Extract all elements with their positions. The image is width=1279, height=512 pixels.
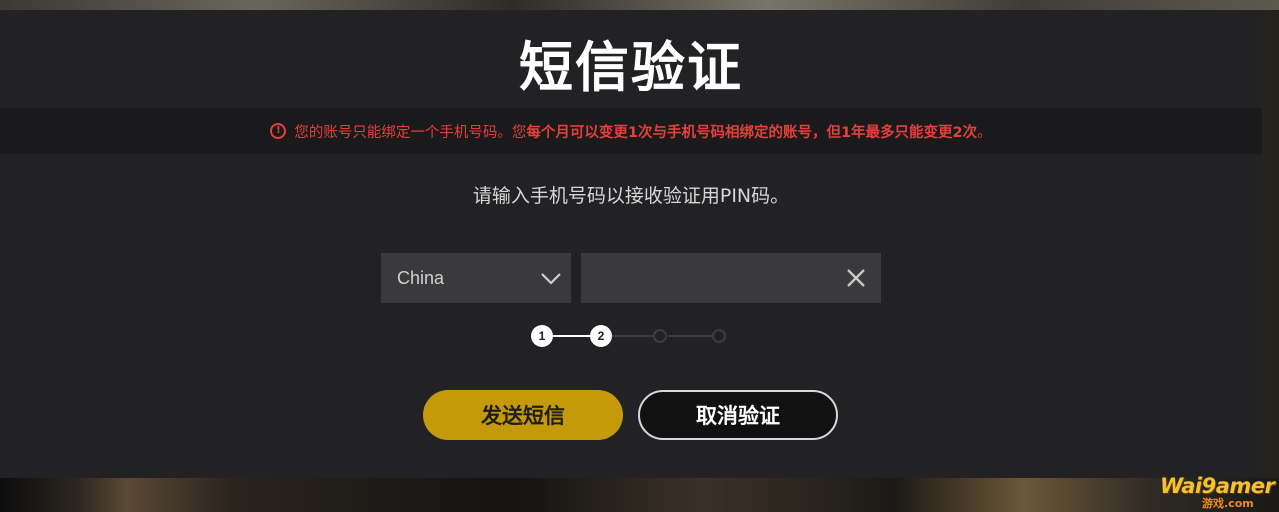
sms-verification-dialog: 短信验证 ! 您的账号只能绑定一个手机号码。您每个月可以变更1次与手机号码相绑定…: [0, 10, 1262, 478]
warning-normal-text: 您的账号只能绑定一个手机号码。您: [294, 124, 527, 141]
step-connector: [668, 335, 714, 337]
warning-end-text: 。: [977, 124, 992, 141]
step-2: 2: [590, 325, 612, 347]
country-select[interactable]: China: [381, 253, 571, 303]
background-bottom-strip: [0, 478, 1279, 512]
step-3: [653, 329, 667, 343]
cancel-verification-button[interactable]: 取消验证: [638, 390, 838, 440]
alert-circle-icon: !: [270, 123, 287, 139]
step-4: [712, 329, 726, 343]
watermark-sub-text: 游戏.com: [1202, 497, 1254, 510]
background-top-strip: [0, 0, 1279, 10]
country-select-value: China: [397, 267, 445, 288]
warning-banner: ! 您的账号只能绑定一个手机号码。您每个月可以变更1次与手机号码相绑定的账号，但…: [0, 108, 1262, 154]
dialog-title: 短信验证: [519, 36, 743, 99]
warning-bold-text: 每个月可以变更1次与手机号码相绑定的账号，但1年最多只能变更2次: [526, 124, 978, 141]
watermark-logo: Wai9amer 游戏.com: [1160, 474, 1275, 510]
chevron-down-icon: [541, 273, 561, 285]
instruction-text: 请输入手机号码以接收验证用PIN码。: [472, 185, 790, 207]
send-sms-button[interactable]: 发送短信: [423, 390, 623, 440]
phone-number-input[interactable]: [581, 253, 881, 303]
step-1: 1: [531, 325, 553, 347]
step-connector: [552, 335, 590, 337]
close-icon[interactable]: [844, 266, 868, 290]
warning-text: 您的账号只能绑定一个手机号码。您每个月可以变更1次与手机号码相绑定的账号，但1年…: [294, 121, 991, 142]
step-connector: [610, 335, 654, 337]
step-indicator: 1 2: [528, 324, 732, 348]
